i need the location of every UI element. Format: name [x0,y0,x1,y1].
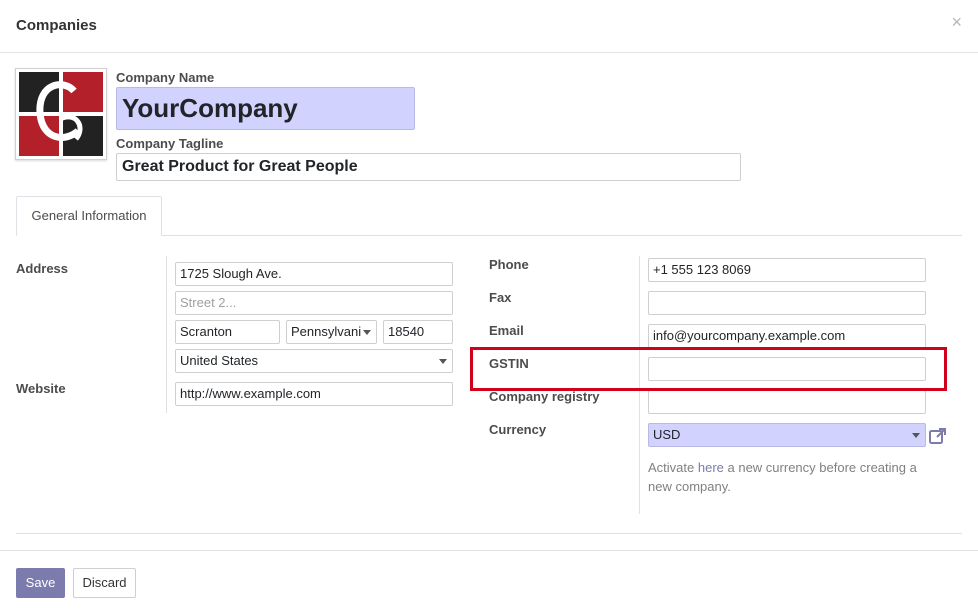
fax-label: Fax [489,290,512,305]
company-name-input[interactable]: YourCompany [116,87,415,130]
footer-divider [0,550,978,551]
activate-currency-link[interactable]: here [698,460,724,475]
company-name-label: Company Name [116,70,215,85]
fax-input[interactable] [648,291,926,315]
gstin-highlight-box [470,347,947,391]
email-label: Email [489,323,524,338]
country-select[interactable]: United States [175,349,453,373]
company-tagline-input[interactable]: Great Product for Great People [116,153,741,181]
company-registry-label: Company registry [489,389,600,404]
company-logo[interactable] [15,68,107,160]
save-button[interactable]: Save [16,568,65,598]
external-link-icon[interactable] [928,426,948,446]
company-tagline-label: Company Tagline [116,136,224,151]
company-registry-input[interactable] [648,390,926,414]
street-input[interactable]: 1725 Slough Ave. [175,262,453,286]
state-select[interactable]: Pennsylvani [286,320,377,344]
currency-label: Currency [489,422,547,437]
close-icon[interactable]: × [951,13,962,31]
website-label: Website [16,381,66,396]
tab-general-information[interactable]: General Information [16,196,162,236]
dialog-header: Companies × [0,0,978,53]
address-label: Address [16,261,69,276]
discard-button[interactable]: Discard [73,568,136,598]
help-text-prefix: Activate [648,460,698,475]
street2-input[interactable]: Street 2... [175,291,453,315]
phone-label: Phone [489,257,529,272]
zip-input[interactable]: 18540 [383,320,453,344]
phone-input[interactable]: +1 555 123 8069 [648,258,926,282]
sheet-bottom-divider [16,533,962,534]
currency-select[interactable]: USD [648,423,926,447]
left-column-divider [166,256,167,413]
website-input[interactable]: http://www.example.com [175,382,453,406]
dialog-title: Companies [16,17,97,34]
city-input[interactable]: Scranton [175,320,280,344]
currency-help-text: Activate here a new currency before crea… [648,458,938,496]
email-input[interactable]: info@yourcompany.example.com [648,324,926,348]
